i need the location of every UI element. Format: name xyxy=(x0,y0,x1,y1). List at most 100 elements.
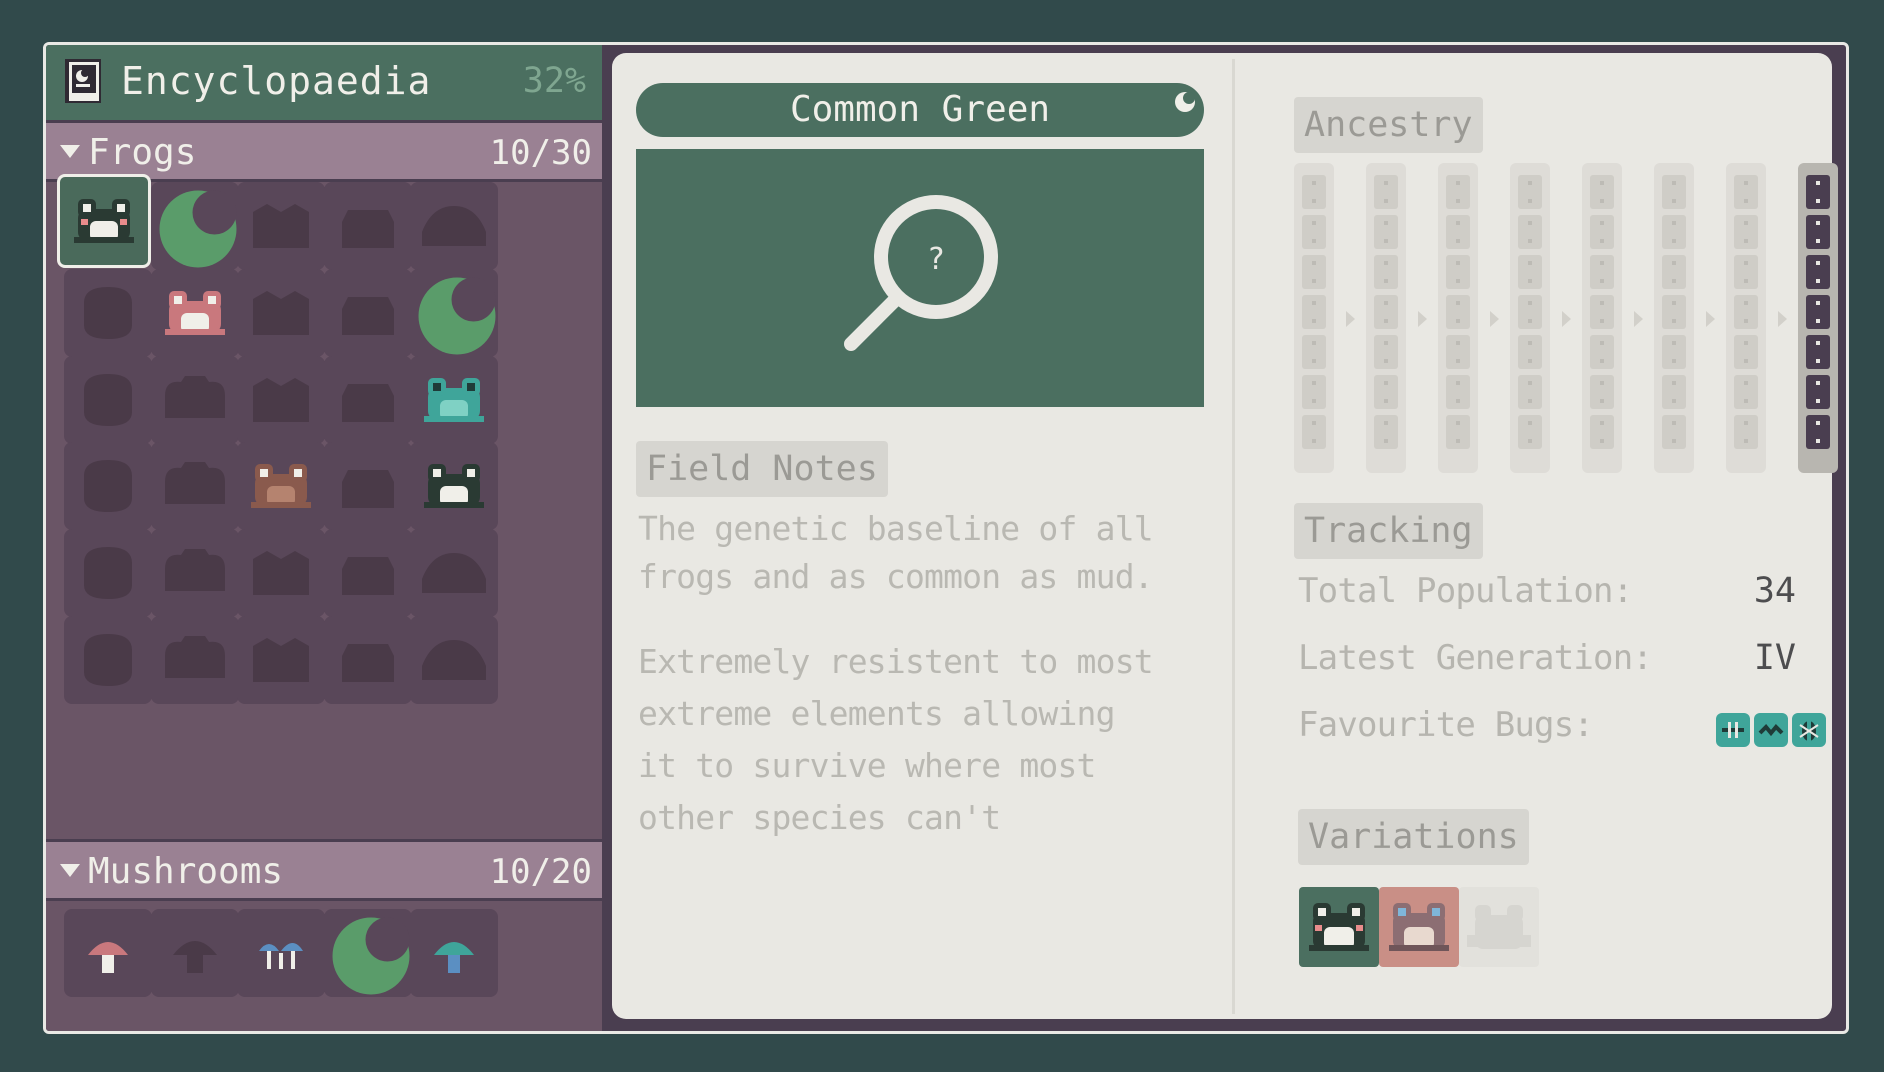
description-line: frogs and as common as mud. xyxy=(638,557,1154,596)
chevron-down-icon xyxy=(60,145,80,158)
ancestry-arrow-icon xyxy=(1346,311,1355,327)
description-line: it to survive where most xyxy=(638,746,1096,785)
frog-entry[interactable] xyxy=(237,442,325,531)
species-name-bar: Common Green xyxy=(636,83,1204,137)
mushroom-grid xyxy=(46,901,602,1031)
frog-entry-locked[interactable] xyxy=(410,529,498,618)
frog-entry-locked[interactable] xyxy=(64,355,152,444)
preview-question-mark: ? xyxy=(927,242,945,277)
frog-entry[interactable] xyxy=(410,268,498,357)
variations-tag: Variations xyxy=(1298,809,1529,865)
field-notes-tag: Field Notes xyxy=(636,441,888,497)
frog-entry-locked[interactable] xyxy=(237,355,325,444)
description-line: other species can't xyxy=(638,798,1001,837)
section-label: Frogs xyxy=(88,132,197,173)
encyclopedia-header: Encyclopaedia 32% xyxy=(46,45,602,120)
mushroom-entry[interactable] xyxy=(410,909,498,997)
mushroom-entry[interactable] xyxy=(237,909,325,997)
mushroom-entry-locked[interactable] xyxy=(150,909,239,997)
new-discovery-icon xyxy=(332,917,409,995)
frog-entry-locked[interactable] xyxy=(150,529,239,618)
ancestry-generation[interactable] xyxy=(1294,163,1334,473)
book-icon xyxy=(62,57,104,107)
worm-icon[interactable] xyxy=(1754,713,1788,747)
frog-entry[interactable] xyxy=(150,268,239,357)
frog-entry-locked[interactable] xyxy=(64,442,152,531)
ancestry-generation[interactable] xyxy=(1654,163,1694,473)
ancestry-arrow-icon xyxy=(1418,311,1427,327)
beetle-icon[interactable] xyxy=(1792,713,1826,747)
total-population-value: 34 xyxy=(1753,571,1796,611)
frog-entry-locked[interactable] xyxy=(323,268,412,357)
frog-entry-locked[interactable] xyxy=(323,355,412,444)
frog-entry[interactable] xyxy=(410,355,498,444)
frog-entry-locked[interactable] xyxy=(237,268,325,357)
detail-panel: Common Green ? Field Notes The genetic b… xyxy=(612,53,1838,1019)
total-population-label: Total Population: xyxy=(1298,571,1633,611)
tracking-tag: Tracking xyxy=(1294,503,1483,559)
frog-entry[interactable] xyxy=(150,182,239,270)
ancestry-arrow-icon xyxy=(1778,311,1787,327)
species-name: Common Green xyxy=(789,89,1051,130)
encyclopedia-window: Encyclopaedia 32% Frogs 10/30 Mushrooms … xyxy=(43,42,1849,1034)
frog-entry-locked[interactable] xyxy=(150,355,239,444)
frog-entry-locked[interactable] xyxy=(237,529,325,618)
ancestry-generation[interactable] xyxy=(1366,163,1406,473)
encyclopedia-title: Encyclopaedia xyxy=(121,59,432,103)
ancestry-generation[interactable] xyxy=(1582,163,1622,473)
frog-entry-locked[interactable] xyxy=(237,182,325,270)
ancestry-chart xyxy=(1294,163,1846,473)
section-count: 10/20 xyxy=(489,852,592,892)
frog-entry-locked[interactable] xyxy=(150,616,239,704)
encyclopedia-sidebar: Encyclopaedia 32% Frogs 10/30 Mushrooms … xyxy=(46,45,602,1031)
description-line: Extremely resistent to most xyxy=(638,642,1154,681)
variation-unknown-frog[interactable] xyxy=(1459,887,1539,967)
description-line: extreme elements allowing xyxy=(638,694,1116,733)
frog-entry-locked[interactable] xyxy=(323,182,412,270)
ancestry-generation[interactable] xyxy=(1726,163,1766,473)
frog-entry-locked[interactable] xyxy=(323,442,412,531)
frog-entry-locked[interactable] xyxy=(323,616,412,704)
frog-entry-locked[interactable] xyxy=(237,616,325,704)
frog-entry-locked[interactable] xyxy=(64,268,152,357)
section-header-mushrooms[interactable]: Mushrooms 10/20 xyxy=(46,839,602,901)
ancestry-generation[interactable] xyxy=(1438,163,1478,473)
frog-entry[interactable] xyxy=(410,442,498,531)
frog-entry-locked[interactable] xyxy=(64,616,152,704)
description-line: The genetic baseline of all xyxy=(638,509,1154,548)
completion-percent: 32% xyxy=(522,61,586,101)
new-discovery-icon xyxy=(159,190,236,268)
section-count: 10/30 xyxy=(489,133,592,173)
latest-generation-value: IV xyxy=(1753,638,1796,678)
ancestry-arrow-icon xyxy=(1562,311,1571,327)
panel-divider xyxy=(1232,59,1235,1014)
frog-entry-selected[interactable] xyxy=(57,174,151,268)
variation-green-frog[interactable] xyxy=(1299,887,1379,967)
frog-grid xyxy=(46,174,602,882)
ancestry-arrow-icon xyxy=(1634,311,1643,327)
description-paragraph-1: The genetic baseline of all frogs and as… xyxy=(638,505,1154,601)
ancestry-current-generation[interactable] xyxy=(1798,163,1838,473)
species-preview: ? xyxy=(636,149,1204,407)
seen-indicator-icon xyxy=(1175,92,1195,112)
frog-entry-locked[interactable] xyxy=(323,529,412,618)
description-paragraph-2: Extremely resistent to most extreme elem… xyxy=(638,636,1154,844)
frog-entry-locked[interactable] xyxy=(410,182,498,270)
mushroom-entry[interactable] xyxy=(64,909,152,997)
favourite-bugs-label: Favourite Bugs: xyxy=(1298,705,1594,745)
frog-entry-locked[interactable] xyxy=(150,442,239,531)
magnifier-question-icon: ? xyxy=(844,195,998,351)
section-label: Mushrooms xyxy=(88,851,284,892)
ancestry-arrow-icon xyxy=(1706,311,1715,327)
chevron-down-icon xyxy=(60,864,80,877)
latest-generation-label: Latest Generation: xyxy=(1298,638,1653,678)
ancestry-tag: Ancestry xyxy=(1294,97,1483,153)
frog-entry-locked[interactable] xyxy=(410,616,498,704)
mushroom-entry[interactable] xyxy=(323,909,412,997)
frog-entry-locked[interactable] xyxy=(64,529,152,618)
variation-pink-frog[interactable] xyxy=(1379,887,1459,967)
section-header-frogs[interactable]: Frogs 10/30 xyxy=(46,120,602,182)
new-discovery-icon xyxy=(418,277,496,355)
ancestry-generation[interactable] xyxy=(1510,163,1550,473)
dragonfly-icon[interactable] xyxy=(1716,713,1750,747)
